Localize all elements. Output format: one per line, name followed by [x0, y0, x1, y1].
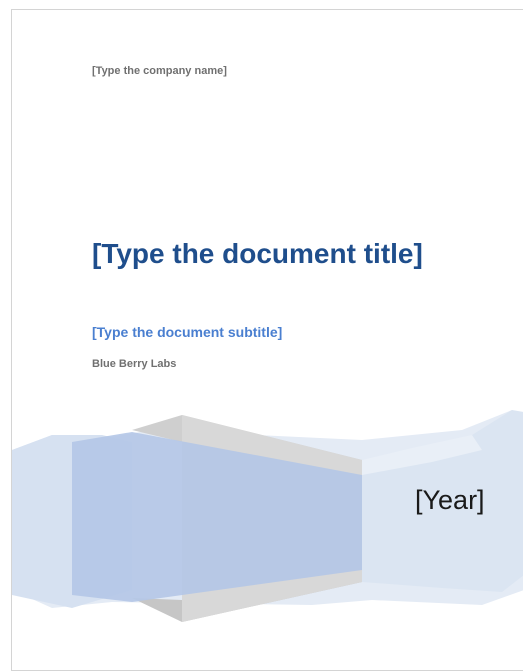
- cover-page: [Type the company name] [Type the docume…: [11, 9, 523, 671]
- decorative-band-graphic: [12, 410, 523, 622]
- year-placeholder[interactable]: [Year]: [415, 485, 485, 516]
